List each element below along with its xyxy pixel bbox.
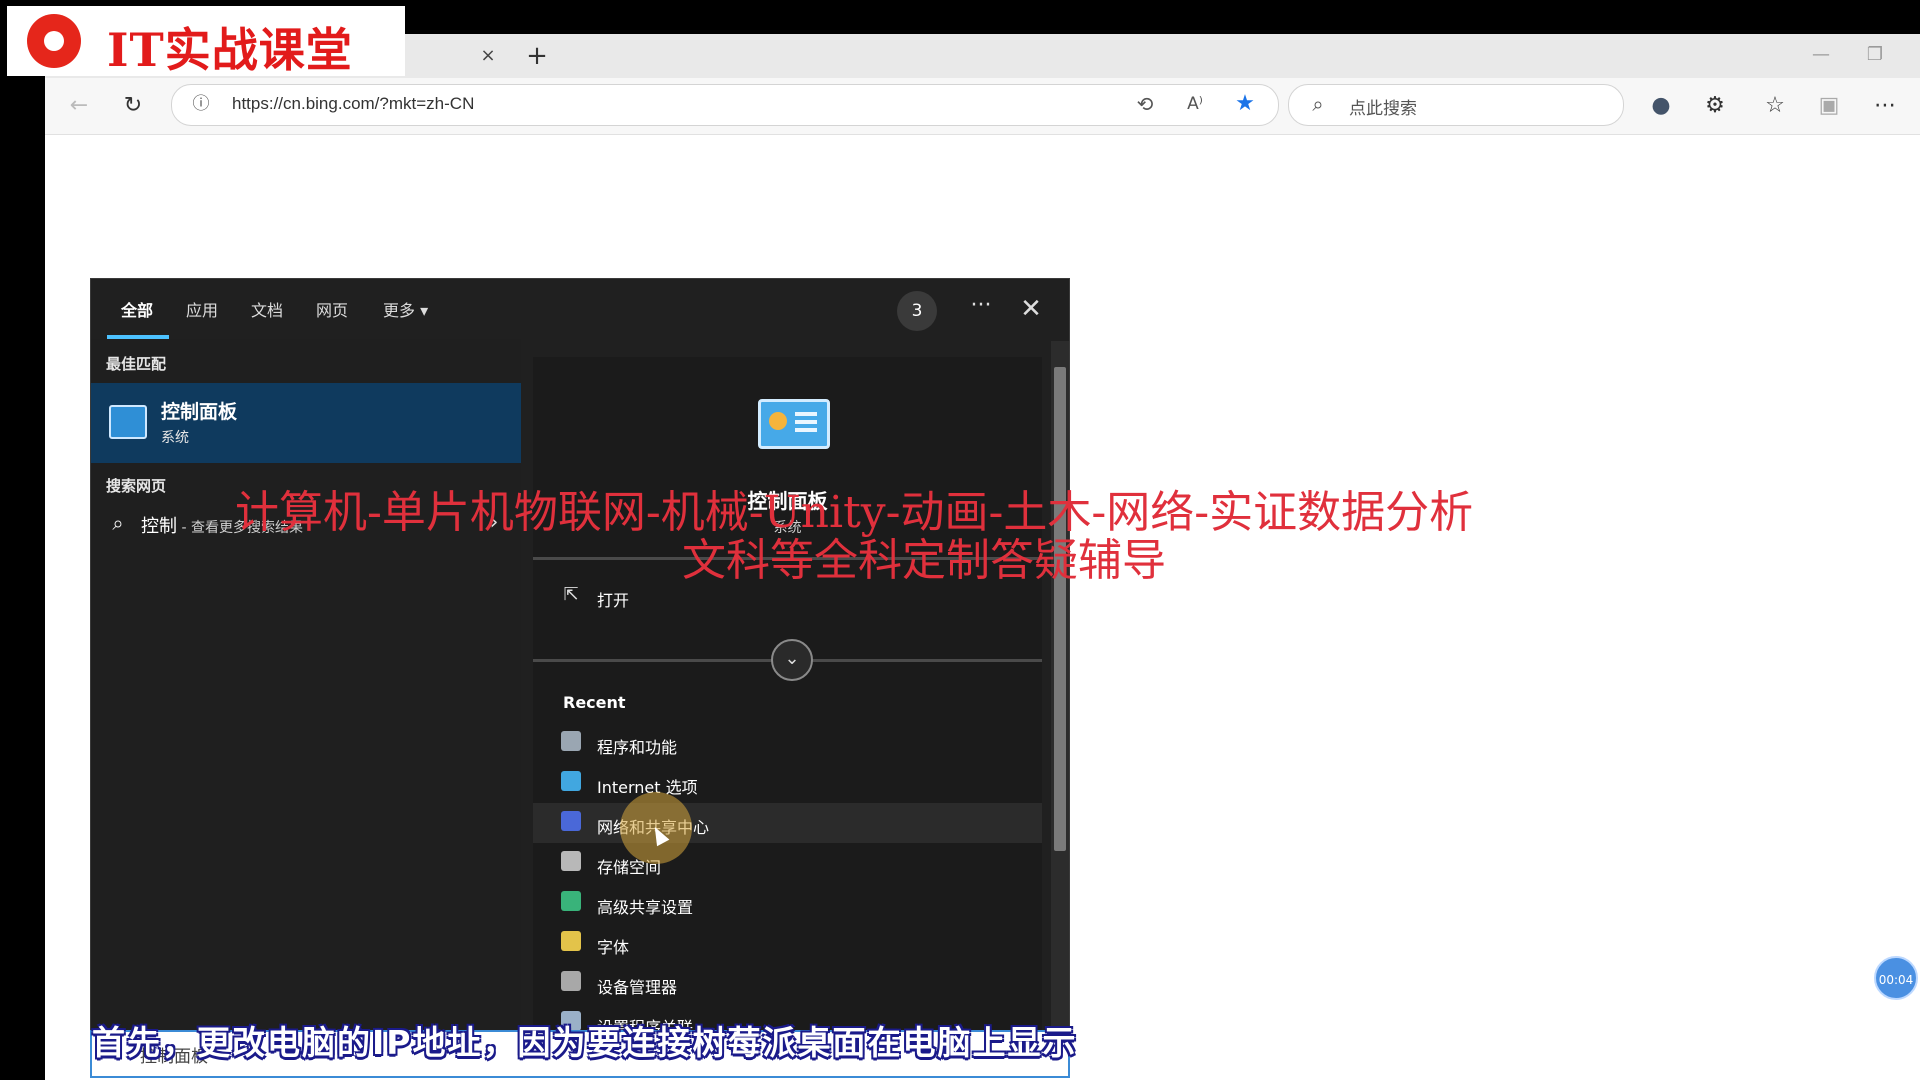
best-match-item[interactable]: 控制面板 系统 [91, 383, 521, 463]
refresh-icon[interactable]: ↻ [117, 90, 149, 122]
rewards-badge[interactable]: 3 [897, 291, 937, 331]
search-tabs: 全部 应用 文档 网页 更多 ▾ 3 ··· ✕ [91, 279, 1069, 339]
recent-item[interactable]: Internet 选项 [533, 763, 1042, 803]
recent-item[interactable]: 程序和功能 [533, 723, 1042, 763]
tab-all[interactable]: 全部 [121, 297, 153, 321]
tab-web[interactable]: 网页 [316, 297, 348, 321]
recent-item-label: 设备管理器 [597, 978, 678, 997]
favorite-star-icon[interactable]: ★ [1230, 89, 1260, 119]
video-subtitle: 首先，更改电脑的IP地址，因为要连接树莓派桌面在电脑上显示 [92, 1023, 1078, 1062]
results-list: 最佳匹配 控制面板 系统 搜索网页 ⌕ 控制 - 查看更多搜索结果 › [91, 339, 521, 1075]
extension-badge-icon[interactable]: ● [1645, 90, 1677, 122]
logo-text: IT实战课堂 [107, 23, 353, 77]
url-text: https://cn.bing.com/?mkt=zh-CN [232, 94, 475, 113]
tab-apps[interactable]: 应用 [186, 297, 218, 321]
recent-item[interactable]: 网络和共享中心 [533, 803, 1042, 843]
recent-item[interactable]: 高级共享设置 [533, 883, 1042, 923]
recent-item-icon [561, 811, 581, 831]
recent-item-icon [561, 731, 581, 751]
best-match-subtitle: 系统 [161, 430, 189, 446]
watermark-logo: IT实战课堂 [7, 6, 405, 77]
minimize-button[interactable]: — [1801, 40, 1841, 70]
recent-item-icon [561, 771, 581, 791]
best-match-heading: 最佳匹配 [106, 355, 167, 373]
open-label: 打开 [597, 591, 630, 610]
recent-item-icon [561, 851, 581, 871]
recent-item-label: 程序和功能 [597, 738, 678, 757]
recent-item-icon [561, 931, 581, 951]
search-placeholder: 点此搜索 [1349, 99, 1417, 119]
address-bar[interactable]: ⓘ https://cn.bing.com/?mkt=zh-CN ⟲ A⁾ ★ [171, 84, 1279, 126]
back-icon[interactable]: ← [63, 90, 95, 122]
recent-item-label: 字体 [597, 938, 630, 957]
refresh-page-icon[interactable]: ⟲ [1130, 89, 1160, 119]
recent-list: 程序和功能 Internet 选项网络和共享中心存储空间高级共享设置字体设备管理器… [533, 723, 1042, 1043]
more-options-icon[interactable]: ··· [961, 291, 1001, 327]
result-detail-pane: 控制面板 系统 ⇱ 打开 ⌄ Recent 程序和功能Internet 选项网络… [533, 357, 1042, 1075]
collections-icon[interactable]: ▣ [1813, 90, 1845, 122]
open-external-icon: ⇱ [563, 584, 579, 605]
recent-item[interactable]: 设备管理器 [533, 963, 1042, 1003]
recent-item-icon [561, 891, 581, 911]
search-icon: ⌕ [112, 511, 124, 535]
extensions-icon[interactable]: ⚙ [1699, 90, 1731, 122]
read-aloud-icon[interactable]: A⁾ [1180, 89, 1210, 119]
promo-overlay-line1: 计算机-单片机物联网-机械-Unity-动画-土木-网络-实证数据分析 [235, 487, 1474, 538]
windows-search-panel: 全部 应用 文档 网页 更多 ▾ 3 ··· ✕ 最佳匹配 控制面板 系统 搜索… [90, 278, 1070, 1078]
recent-item-icon [561, 971, 581, 991]
new-tab-button[interactable]: + [521, 40, 553, 72]
recent-item-label: 高级共享设置 [597, 898, 694, 917]
promo-overlay-line2: 文科等全科定制答疑辅导 [682, 535, 1166, 586]
scrollbar-thumb[interactable] [1054, 367, 1066, 851]
recording-timer: 00:04 [1874, 956, 1918, 1000]
restore-button[interactable]: ❐ [1855, 40, 1895, 70]
recent-item[interactable]: 存储空间 [533, 843, 1042, 883]
tab-documents[interactable]: 文档 [251, 297, 283, 321]
web-search-heading: 搜索网页 [106, 477, 167, 495]
control-panel-large-icon [758, 399, 830, 449]
recent-heading: Recent [563, 693, 626, 712]
scrollbar[interactable] [1051, 341, 1069, 1075]
recent-item[interactable]: 字体 [533, 923, 1042, 963]
chevron-down-icon[interactable]: ⌄ [771, 639, 813, 681]
navigation-bar: ← ↻ ⓘ https://cn.bing.com/?mkt=zh-CN ⟲ A… [45, 78, 1920, 135]
info-icon[interactable]: ⓘ [186, 89, 216, 119]
best-match-title: 控制面板 [161, 401, 238, 423]
search-icon: ⌕ [1312, 92, 1324, 116]
control-panel-icon [109, 405, 147, 439]
close-icon[interactable]: ✕ [1011, 291, 1051, 327]
tab-more[interactable]: 更多 ▾ [383, 297, 428, 321]
favorites-icon[interactable]: ☆ [1759, 90, 1791, 122]
web-search-query: 控制 [141, 516, 177, 537]
settings-more-icon[interactable]: ⋯ [1869, 90, 1901, 122]
logo-mark-icon [27, 14, 81, 68]
browser-search-box[interactable]: ⌕ 点此搜索 [1288, 84, 1624, 126]
tab-close-button[interactable]: × [475, 42, 501, 70]
